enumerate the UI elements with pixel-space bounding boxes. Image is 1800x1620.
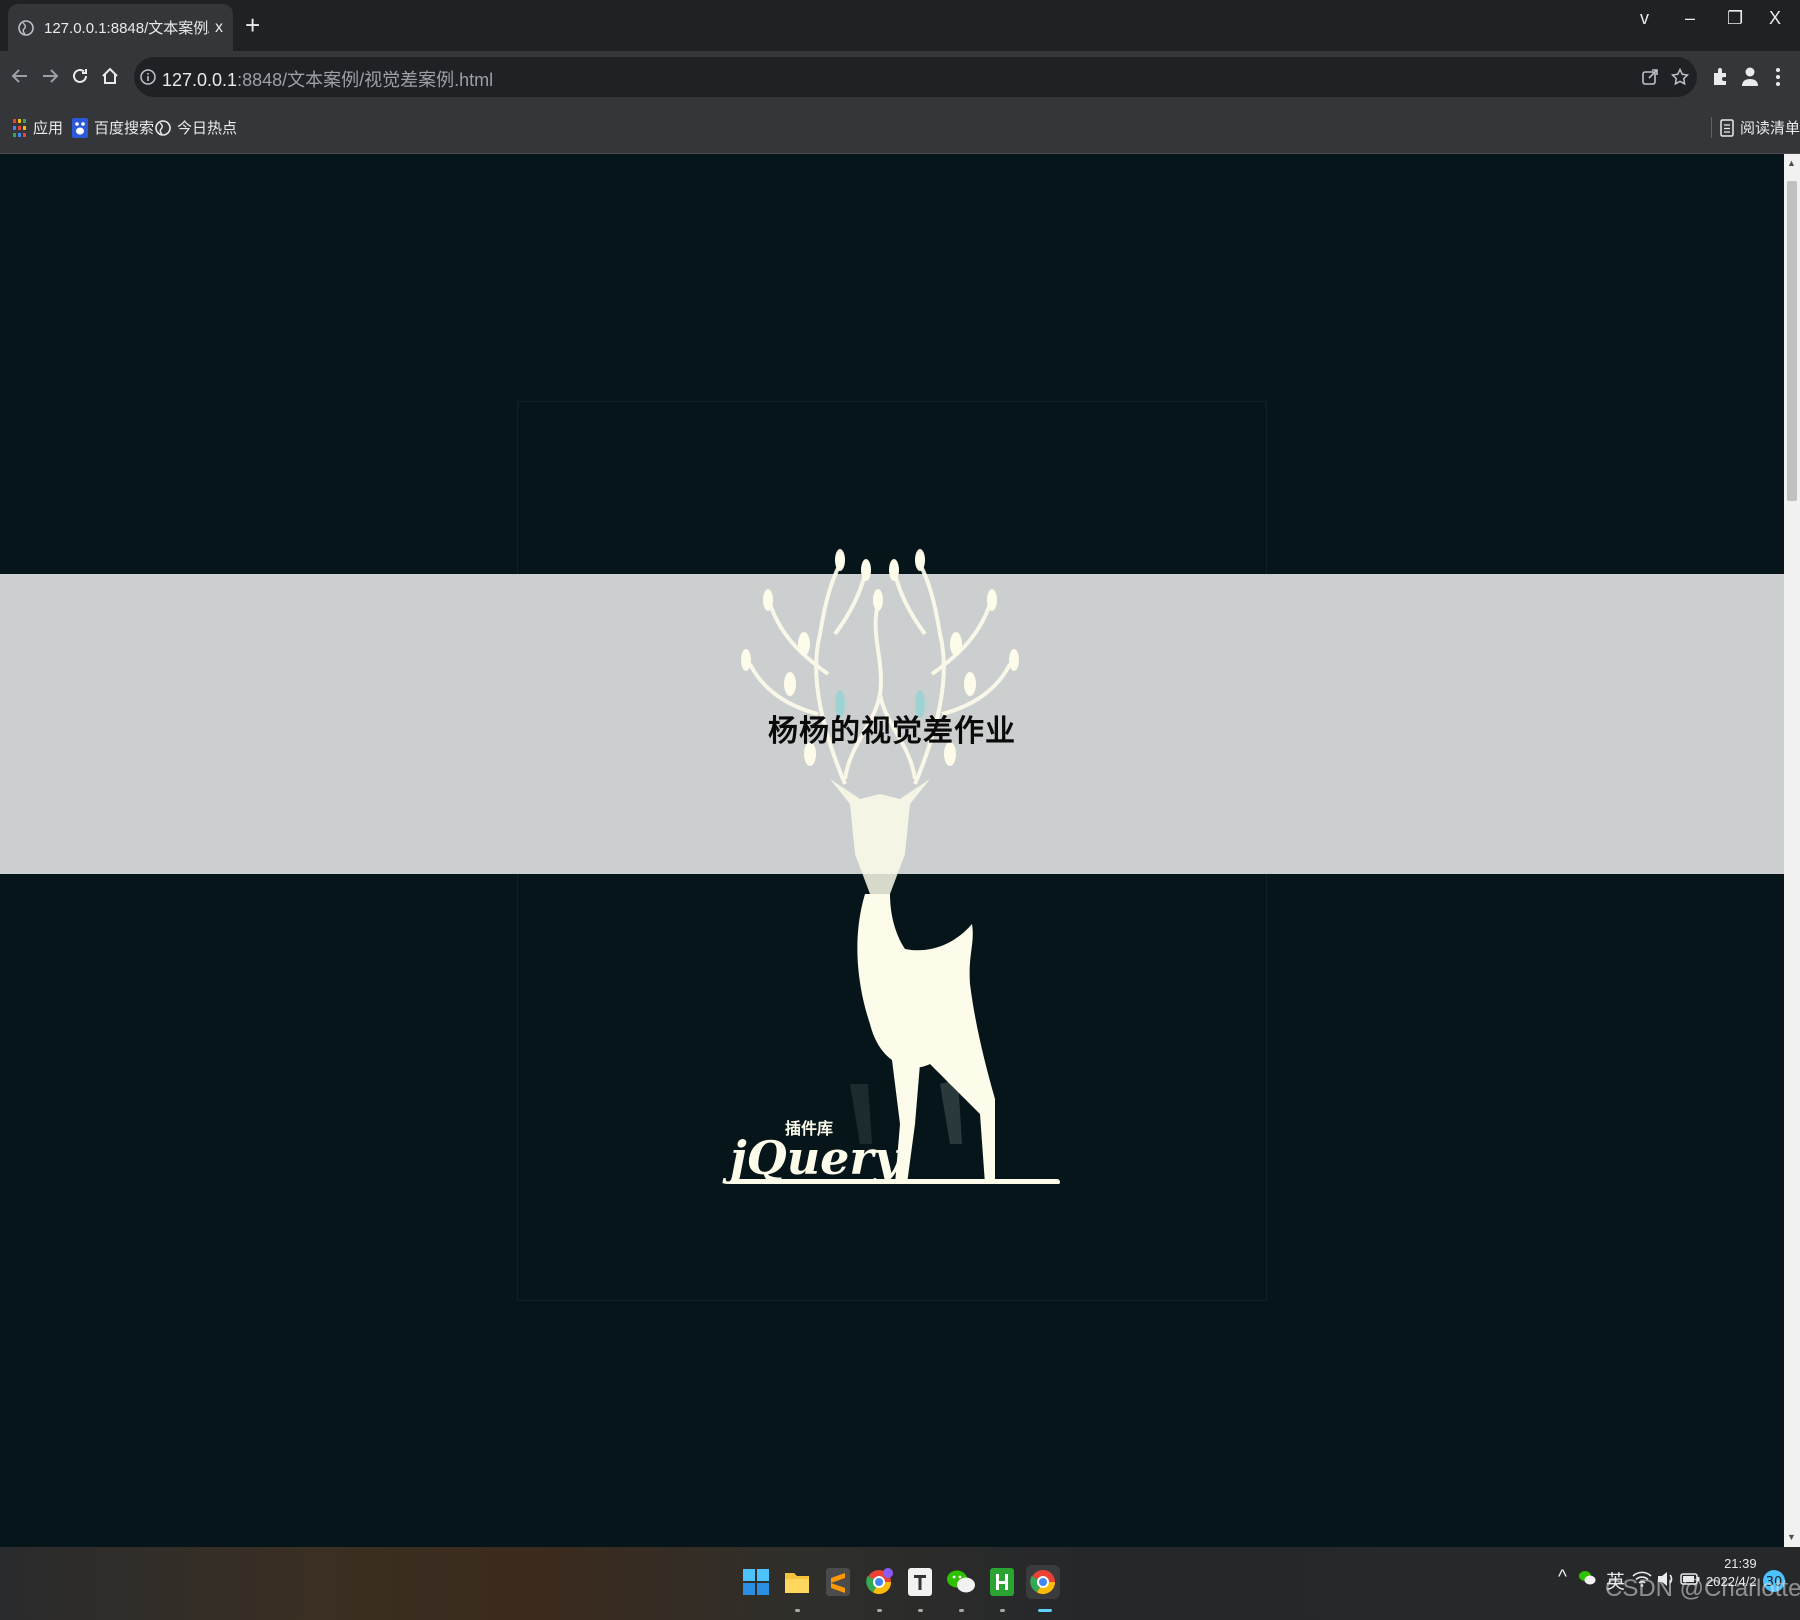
close-window-button[interactable]: X bbox=[1769, 8, 1781, 29]
profile-icon[interactable] bbox=[1740, 66, 1760, 88]
scroll-thumb[interactable] bbox=[1787, 181, 1797, 501]
page-scrollbar[interactable]: ▲ ▼ bbox=[1784, 154, 1800, 1547]
logo-word: jQuery bbox=[722, 1131, 904, 1184]
tray-wechat-icon[interactable] bbox=[1578, 1569, 1596, 1587]
reading-list[interactable]: 阅读清单 bbox=[1711, 117, 1800, 138]
tab-search-icon[interactable]: v bbox=[1640, 8, 1649, 29]
baidu-paw-icon bbox=[72, 117, 88, 138]
globe-icon bbox=[18, 19, 34, 36]
browser-tab[interactable]: 127.0.0.1:8848/文本案例/视觉差 x bbox=[8, 4, 233, 51]
deer-illustration: jQuery 插件库 bbox=[722, 549, 1060, 1184]
back-icon[interactable] bbox=[7, 63, 33, 89]
info-icon[interactable] bbox=[140, 69, 156, 85]
chrome-icon[interactable] bbox=[1026, 1565, 1060, 1599]
file-explorer-icon[interactable] bbox=[780, 1565, 814, 1599]
restore-button[interactable]: ❐ bbox=[1727, 8, 1743, 29]
taskbar: ^ 英 21:39 2022/4/2 30 CSDN @Charlotte_50 bbox=[0, 1547, 1800, 1620]
url-path: :8848/文本案例/视觉差案例.html bbox=[237, 70, 494, 90]
logo-sub: 插件库 bbox=[785, 1119, 833, 1138]
bookmark-baidu[interactable]: 百度搜索 bbox=[72, 117, 154, 138]
typora-icon[interactable] bbox=[903, 1565, 937, 1599]
bookmark-star-icon[interactable] bbox=[1671, 68, 1689, 86]
url-host: 127.0.0.1 bbox=[162, 70, 238, 90]
bookmark-hot[interactable]: 今日热点 bbox=[155, 117, 237, 138]
address-bar[interactable]: 127.0.0.1:8848/文本案例/视觉差案例.html bbox=[134, 57, 1697, 97]
page-viewport: jQuery 插件库 杨杨的视觉差作业 bbox=[0, 154, 1784, 1547]
minimize-button[interactable]: – bbox=[1685, 8, 1695, 29]
tray-expand-icon[interactable]: ^ bbox=[1558, 1567, 1567, 1589]
page-title: 杨杨的视觉差作业 bbox=[768, 715, 1016, 748]
taskbar-running-indicator bbox=[877, 1609, 882, 1612]
home-icon[interactable] bbox=[97, 63, 123, 89]
reload-icon[interactable] bbox=[67, 63, 93, 89]
extensions-icon[interactable] bbox=[1710, 67, 1730, 87]
tab-title: 127.0.0.1:8848/文本案例/视觉差 bbox=[44, 20, 209, 37]
bookmarks-bar: 应用 百度搜索 今日热点 阅读清单 bbox=[0, 103, 1800, 154]
forward-icon[interactable] bbox=[37, 63, 63, 89]
hbuilder-icon[interactable] bbox=[985, 1565, 1019, 1599]
taskbar-running-indicator bbox=[1000, 1609, 1005, 1612]
csdn-watermark: CSDN @Charlotte_50 bbox=[1605, 1575, 1800, 1602]
reading-list-icon bbox=[1720, 118, 1734, 137]
tab-close-icon[interactable]: x bbox=[215, 19, 223, 37]
menu-dots-icon[interactable] bbox=[1775, 66, 1781, 88]
taskbar-running-indicator bbox=[918, 1609, 923, 1612]
bookmark-apps[interactable]: 应用 bbox=[13, 117, 63, 138]
share-icon[interactable] bbox=[1641, 68, 1659, 86]
apps-grid-icon bbox=[13, 118, 26, 137]
chrome-profile-icon[interactable] bbox=[862, 1565, 896, 1599]
bookmark-apps-label: 应用 bbox=[33, 120, 64, 137]
bookmark-hot-label: 今日热点 bbox=[177, 120, 238, 137]
taskbar-running-indicator bbox=[959, 1609, 964, 1612]
browser-toolbar: 127.0.0.1:8848/文本案例/视觉差案例.html bbox=[0, 51, 1800, 103]
taskbar-running-indicator bbox=[795, 1609, 800, 1612]
reading-list-label: 阅读清单 bbox=[1740, 120, 1800, 137]
wechat-icon[interactable] bbox=[944, 1565, 978, 1599]
taskbar-active-indicator bbox=[1038, 1609, 1052, 1612]
globe-icon bbox=[155, 119, 171, 136]
scroll-up-icon[interactable]: ▲ bbox=[1787, 158, 1796, 168]
scroll-down-icon[interactable]: ▼ bbox=[1787, 1532, 1796, 1542]
clock-time: 21:39 bbox=[1724, 1556, 1757, 1571]
new-tab-button[interactable]: + bbox=[245, 10, 260, 40]
url-text: 127.0.0.1:8848/文本案例/视觉差案例.html bbox=[162, 66, 493, 92]
tab-strip: 127.0.0.1:8848/文本案例/视觉差 x + v – ❐ X bbox=[0, 0, 1800, 51]
bookmark-baidu-label: 百度搜索 bbox=[94, 120, 155, 137]
sublime-icon[interactable] bbox=[821, 1565, 855, 1599]
start-icon[interactable] bbox=[739, 1565, 773, 1599]
